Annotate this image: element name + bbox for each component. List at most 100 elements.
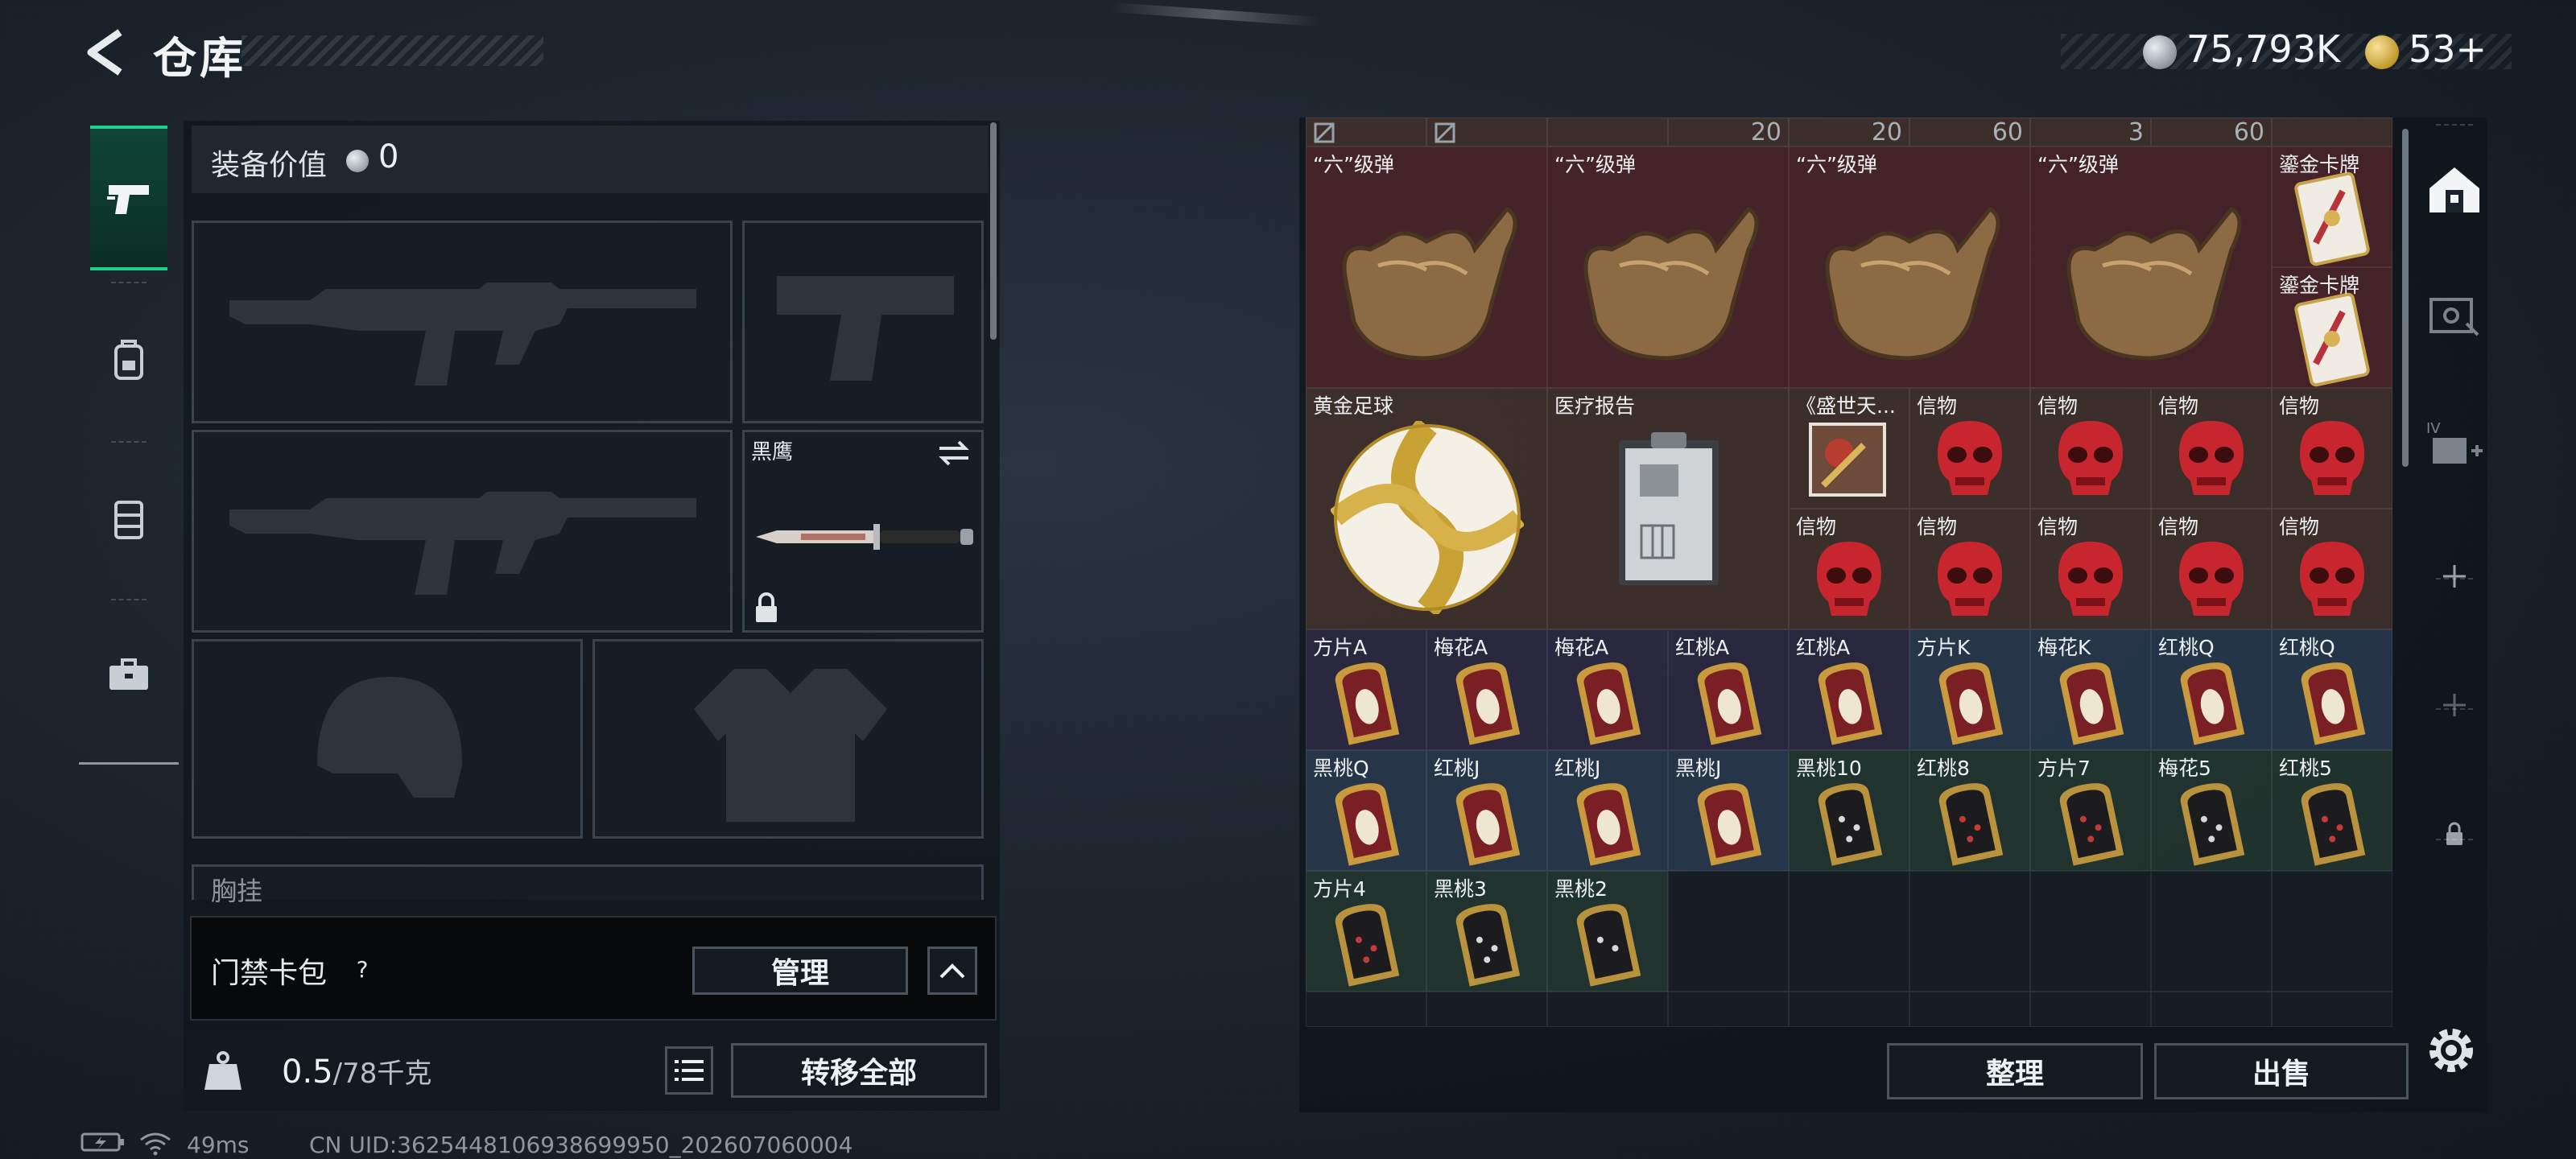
empty-slot[interactable]: [1789, 871, 1909, 992]
sell-button[interactable]: 出售: [2154, 1043, 2409, 1099]
item-six-grade-ammo[interactable]: “六”级弹: [1547, 146, 1789, 388]
empty-slot[interactable]: [1547, 992, 1668, 1027]
item-playing-card[interactable]: 红桃A: [1668, 629, 1789, 750]
item-token-mask[interactable]: 信物: [1789, 509, 1909, 629]
book-icon: [1809, 423, 1886, 497]
empty-slot[interactable]: [1426, 992, 1547, 1027]
item-six-grade-ammo[interactable]: “六”级弹: [1789, 146, 2030, 388]
locked-storage-slot[interactable]: [2418, 786, 2491, 882]
item-playing-card[interactable]: 方片K: [1909, 629, 2030, 750]
primary-weapon-slot-1[interactable]: [192, 221, 733, 423]
empty-slot[interactable]: [1306, 992, 1426, 1027]
grid-cell-partial[interactable]: 20: [1668, 118, 1789, 146]
no-image-icon: [1435, 122, 1455, 143]
empty-slot[interactable]: [2030, 871, 2151, 992]
grid-cell-partial[interactable]: 20: [1789, 118, 1909, 146]
item-playing-card[interactable]: 黑桃2: [1547, 871, 1668, 992]
sort-button[interactable]: 整理: [1887, 1043, 2143, 1099]
item-six-grade-ammo[interactable]: “六”级弹: [2030, 146, 2272, 388]
tab-case[interactable]: [90, 602, 167, 747]
empty-slot[interactable]: [1668, 871, 1789, 992]
empty-slot[interactable]: [2272, 871, 2392, 992]
item-medical-report[interactable]: 医疗报告: [1547, 388, 1789, 629]
item-playing-card[interactable]: 方片7: [2030, 750, 2151, 871]
item-playing-card[interactable]: 红桃J: [1547, 750, 1668, 871]
storage-scrollbar[interactable]: [2402, 129, 2409, 467]
ornate-card-icon: [1697, 782, 1762, 866]
chest-rig-slot[interactable]: [192, 864, 984, 900]
item-playing-card[interactable]: 黑桃Q: [1306, 750, 1426, 871]
item-playing-card[interactable]: 方片4: [1306, 871, 1426, 992]
item-token-mask[interactable]: 信物: [2151, 509, 2272, 629]
manage-button[interactable]: 管理: [692, 947, 908, 995]
helmet-slot[interactable]: [192, 639, 583, 839]
item-token-mask[interactable]: 信物: [2030, 509, 2151, 629]
item-label: 方片4: [1313, 877, 1366, 901]
item-six-grade-ammo[interactable]: “六”级弹: [1306, 146, 1547, 388]
add-storage-button[interactable]: [2418, 528, 2491, 625]
grid-cell-partial[interactable]: [2272, 118, 2392, 146]
add-storage-button[interactable]: [2418, 657, 2491, 753]
item-golden-football[interactable]: 黄金足球: [1306, 388, 1547, 629]
item-playing-card[interactable]: 红桃8: [1909, 750, 2030, 871]
item-playing-card[interactable]: 红桃J: [1426, 750, 1547, 871]
item-playing-card[interactable]: 梅花5: [2151, 750, 2272, 871]
collapse-button[interactable]: [927, 947, 977, 995]
item-token-mask[interactable]: 信物: [2151, 388, 2272, 509]
item-playing-card[interactable]: 红桃5: [2272, 750, 2392, 871]
primary-weapon-slot-2[interactable]: [192, 430, 733, 633]
transfer-all-button[interactable]: 转移全部: [731, 1043, 987, 1098]
empty-slot[interactable]: [2151, 992, 2272, 1027]
empty-slot[interactable]: [1909, 871, 2030, 992]
settings-button[interactable]: [2423, 1022, 2479, 1079]
list-view-button[interactable]: [665, 1046, 713, 1095]
grid-cell-partial[interactable]: [1426, 118, 1547, 146]
page-title: 仓库: [153, 33, 246, 84]
help-icon[interactable]: ?: [346, 953, 378, 985]
item-playing-card[interactable]: 红桃A: [1789, 629, 1909, 750]
item-playing-card[interactable]: 梅花A: [1426, 629, 1547, 750]
storage-page-iv-add[interactable]: IV: [2418, 396, 2491, 493]
empty-slot[interactable]: [1909, 992, 2030, 1027]
pistol-slot[interactable]: [742, 221, 984, 423]
item-playing-card[interactable]: 梅花K: [2030, 629, 2151, 750]
stack-count: 20: [1750, 118, 1781, 146]
item-gilded-card[interactable]: 鎏金卡牌: [2272, 267, 2392, 388]
item-book[interactable]: 《盛世天...: [1789, 388, 1909, 509]
item-playing-card[interactable]: 黑桃3: [1426, 871, 1547, 992]
item-playing-card[interactable]: 黑桃J: [1668, 750, 1789, 871]
storage-page-2[interactable]: [2418, 267, 2491, 364]
item-token-mask[interactable]: 信物: [2272, 509, 2392, 629]
item-token-mask[interactable]: 信物: [1909, 388, 2030, 509]
weight-kg-icon: [201, 1050, 245, 1093]
item-playing-card[interactable]: 梅花A: [1547, 629, 1668, 750]
item-token-mask[interactable]: 信物: [1909, 509, 2030, 629]
item-playing-card[interactable]: 黑桃10: [1789, 750, 1909, 871]
item-playing-card[interactable]: 方片A: [1306, 629, 1426, 750]
tab-weapons[interactable]: [90, 126, 167, 270]
grid-cell-partial[interactable]: 3: [2030, 118, 2151, 146]
melee-slot[interactable]: 黑鹰: [742, 430, 984, 633]
item-playing-card[interactable]: 红桃Q: [2151, 629, 2272, 750]
empty-slot[interactable]: [2272, 992, 2392, 1027]
ornate-card-icon: [1818, 662, 1883, 745]
grid-cell-partial[interactable]: 60: [1909, 118, 2030, 146]
grid-cell-partial[interactable]: 60: [2151, 118, 2272, 146]
tab-vest[interactable]: [90, 446, 167, 591]
storage-page-main[interactable]: [2418, 142, 2491, 238]
grid-cell-partial[interactable]: [1547, 118, 1668, 146]
item-token-mask[interactable]: 信物: [2030, 388, 2151, 509]
armor-slot[interactable]: [592, 639, 984, 839]
empty-slot[interactable]: [2030, 992, 2151, 1027]
empty-slot[interactable]: [1789, 992, 1909, 1027]
back-button[interactable]: [77, 24, 134, 80]
grid-cell-partial[interactable]: [1306, 118, 1426, 146]
item-gilded-card[interactable]: 鎏金卡牌: [2272, 146, 2392, 267]
item-token-mask[interactable]: 信物: [2272, 388, 2392, 509]
item-playing-card[interactable]: 红桃Q: [2272, 629, 2392, 750]
gold-currency-value[interactable]: 53+: [2409, 27, 2487, 71]
equipment-scrollbar[interactable]: [990, 122, 997, 340]
tab-backpack[interactable]: [90, 287, 167, 431]
empty-slot[interactable]: [2151, 871, 2272, 992]
empty-slot[interactable]: [1668, 992, 1789, 1027]
